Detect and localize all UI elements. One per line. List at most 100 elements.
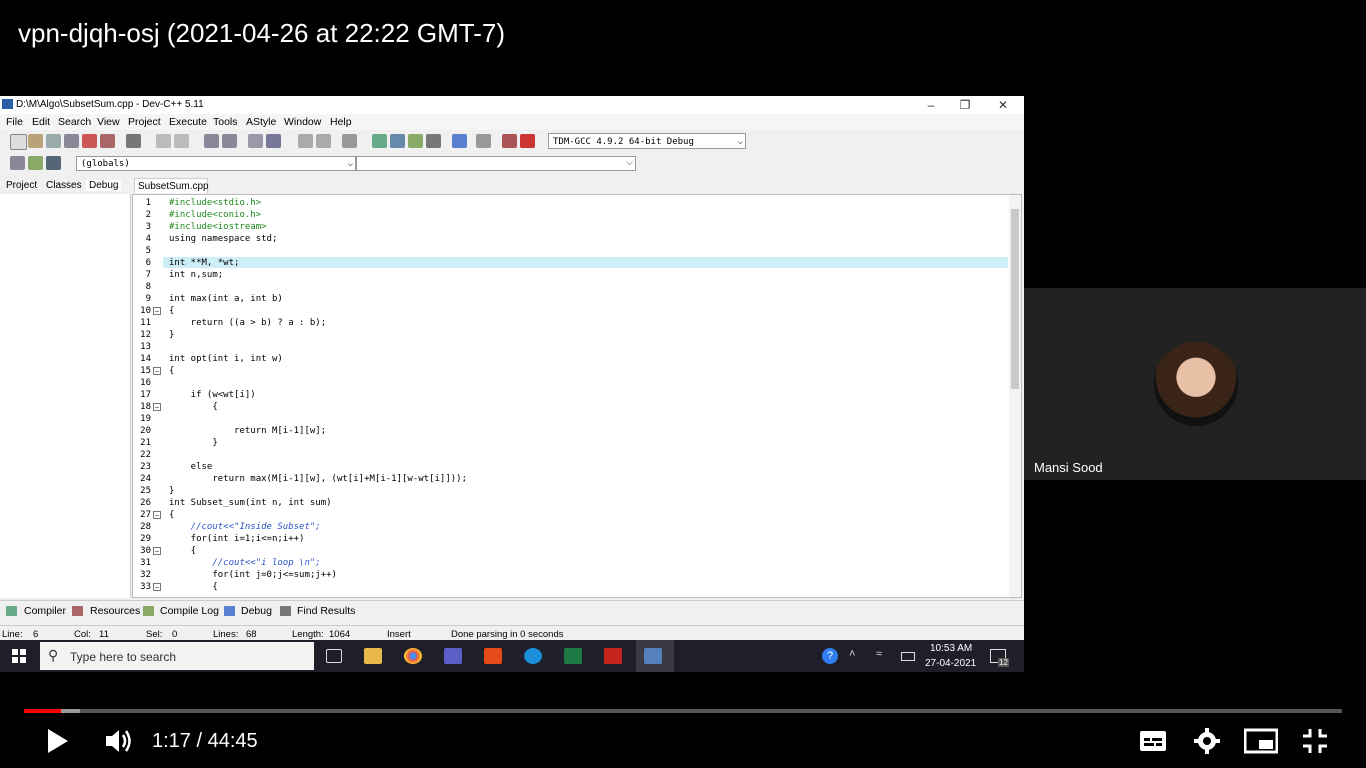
close-button[interactable]: ✕ bbox=[988, 96, 1018, 114]
profile-icon[interactable] bbox=[502, 134, 517, 148]
goto-line-icon[interactable] bbox=[248, 134, 263, 148]
compile-run-icon[interactable] bbox=[408, 134, 423, 148]
save-all-icon[interactable] bbox=[64, 134, 79, 148]
tab-compile-log[interactable]: Compile Log bbox=[160, 605, 219, 617]
menu-tools[interactable]: Tools bbox=[213, 116, 238, 128]
edge-icon[interactable] bbox=[524, 648, 542, 664]
code-editor[interactable]: 1 2 3 4 5 6 7 8 9 10−11 12 13 14 15−16 17 18−19 20 21 22 23… bbox=[132, 194, 1022, 598]
menu-search[interactable]: Search bbox=[58, 116, 91, 128]
redo-icon[interactable] bbox=[174, 134, 189, 148]
code-line: { bbox=[169, 546, 197, 556]
status-col-value: 11 bbox=[99, 629, 109, 640]
bookmark-next-icon[interactable] bbox=[316, 134, 331, 148]
wifi-icon[interactable]: ≈ bbox=[876, 648, 882, 660]
tab-subsetsum-cpp[interactable]: SubsetSum.cpp bbox=[134, 178, 209, 193]
menu-help[interactable]: Help bbox=[330, 116, 352, 128]
battery-icon[interactable] bbox=[901, 652, 915, 661]
debug-icon[interactable] bbox=[520, 134, 535, 148]
function-select[interactable]: ⌵ bbox=[356, 156, 636, 171]
stop-execution-icon[interactable] bbox=[476, 134, 491, 148]
menu-execute[interactable]: Execute bbox=[169, 116, 207, 128]
tab-project[interactable]: Project bbox=[6, 180, 37, 191]
tab-resources[interactable]: Resources bbox=[90, 605, 140, 617]
status-sel-label: Sel: bbox=[146, 629, 163, 640]
taskbar-search-placeholder: Type here to search bbox=[70, 650, 177, 664]
menu-view[interactable]: View bbox=[97, 116, 120, 128]
status-line-value: 6 bbox=[33, 629, 39, 640]
replace-icon[interactable] bbox=[222, 134, 237, 148]
rebuild-icon[interactable] bbox=[426, 134, 441, 148]
chevron-up-icon[interactable]: ˄ bbox=[849, 648, 855, 660]
code-line: { bbox=[169, 306, 175, 316]
toggle-icon[interactable] bbox=[46, 156, 61, 170]
tab-classes[interactable]: Classes bbox=[46, 180, 82, 191]
insert-icon[interactable] bbox=[28, 156, 43, 170]
fold-toggle-icon[interactable]: − bbox=[153, 367, 161, 376]
chrome-icon[interactable] bbox=[404, 648, 422, 664]
acrobat-icon[interactable] bbox=[604, 648, 622, 664]
bookmark-prev-icon[interactable] bbox=[298, 134, 313, 148]
compiler-select[interactable]: TDM-GCC 4.9.2 64-bit Debug ⌵ bbox=[548, 133, 746, 149]
new-file-icon[interactable] bbox=[10, 134, 27, 150]
subtitles-icon[interactable] bbox=[1139, 729, 1167, 758]
office-icon[interactable] bbox=[484, 648, 502, 664]
taskbar-search[interactable]: ⚲ Type here to search bbox=[40, 642, 314, 670]
volume-icon[interactable] bbox=[104, 727, 134, 760]
tab-compiler[interactable]: Compiler bbox=[24, 605, 66, 617]
find-icon[interactable] bbox=[204, 134, 219, 148]
restore-button[interactable]: ❐ bbox=[950, 96, 980, 114]
check-syntax-icon[interactable] bbox=[452, 134, 467, 148]
fold-toggle-icon[interactable]: − bbox=[153, 547, 161, 556]
compile-icon[interactable] bbox=[372, 134, 387, 148]
line-number: 8 bbox=[145, 282, 151, 292]
excel-icon[interactable] bbox=[564, 648, 582, 664]
print-icon[interactable] bbox=[126, 134, 141, 148]
scrollbar-thumb[interactable] bbox=[1011, 209, 1019, 389]
close-all-icon[interactable] bbox=[100, 134, 115, 148]
new-class-icon[interactable] bbox=[10, 156, 25, 170]
progress-bar[interactable] bbox=[24, 709, 1342, 713]
open-icon[interactable] bbox=[28, 134, 43, 148]
menu-edit[interactable]: Edit bbox=[32, 116, 50, 128]
save-icon[interactable] bbox=[46, 134, 61, 148]
menu-file[interactable]: File bbox=[6, 116, 23, 128]
play-icon[interactable] bbox=[46, 728, 70, 759]
fold-toggle-icon[interactable]: − bbox=[153, 307, 161, 316]
fold-toggle-icon[interactable]: − bbox=[153, 583, 161, 592]
line-number: 18 bbox=[140, 402, 151, 412]
scope-select[interactable]: (globals) ⌵ bbox=[76, 156, 356, 171]
active-app-indicator bbox=[636, 640, 674, 672]
miniplayer-icon[interactable] bbox=[1243, 728, 1279, 759]
windows-start-icon[interactable] bbox=[12, 649, 26, 663]
menu-window[interactable]: Window bbox=[284, 116, 321, 128]
line-number: 6 bbox=[145, 258, 151, 268]
exit-fullscreen-icon[interactable] bbox=[1302, 728, 1328, 759]
file-explorer-icon[interactable] bbox=[364, 648, 382, 664]
help-icon[interactable]: ? bbox=[822, 648, 838, 664]
indent-icon[interactable] bbox=[266, 134, 281, 148]
task-view-icon[interactable] bbox=[326, 649, 342, 663]
fold-toggle-icon[interactable]: − bbox=[153, 403, 161, 412]
tab-find-results[interactable]: Find Results bbox=[297, 605, 355, 617]
teams-icon[interactable] bbox=[444, 648, 462, 664]
run-icon[interactable] bbox=[390, 134, 405, 148]
line-number: 21 bbox=[140, 438, 151, 448]
left-panel-tabs: Project Classes Debug bbox=[0, 178, 132, 194]
tab-debug-output[interactable]: Debug bbox=[241, 605, 272, 617]
menu-project[interactable]: Project bbox=[128, 116, 161, 128]
tab-debug[interactable]: Debug bbox=[86, 180, 122, 191]
close-file-icon[interactable] bbox=[82, 134, 97, 148]
code-line: //cout<<"Inside Subset"; bbox=[169, 522, 321, 532]
code-line: #include<stdio.h> bbox=[169, 198, 262, 208]
settings-gear-icon[interactable] bbox=[1194, 728, 1220, 759]
code-line: using namespace std; bbox=[169, 234, 278, 244]
find-results-icon bbox=[280, 606, 291, 616]
menu-astyle[interactable]: AStyle bbox=[246, 116, 276, 128]
toggle-bookmark-icon[interactable] bbox=[342, 134, 357, 148]
fold-toggle-icon[interactable]: − bbox=[153, 511, 161, 520]
left-panel bbox=[0, 194, 131, 598]
minimize-button[interactable]: – bbox=[916, 96, 946, 114]
line-number: 16 bbox=[140, 378, 151, 388]
compiler-select-value: TDM-GCC 4.9.2 64-bit Debug bbox=[553, 137, 694, 147]
undo-icon[interactable] bbox=[156, 134, 171, 148]
